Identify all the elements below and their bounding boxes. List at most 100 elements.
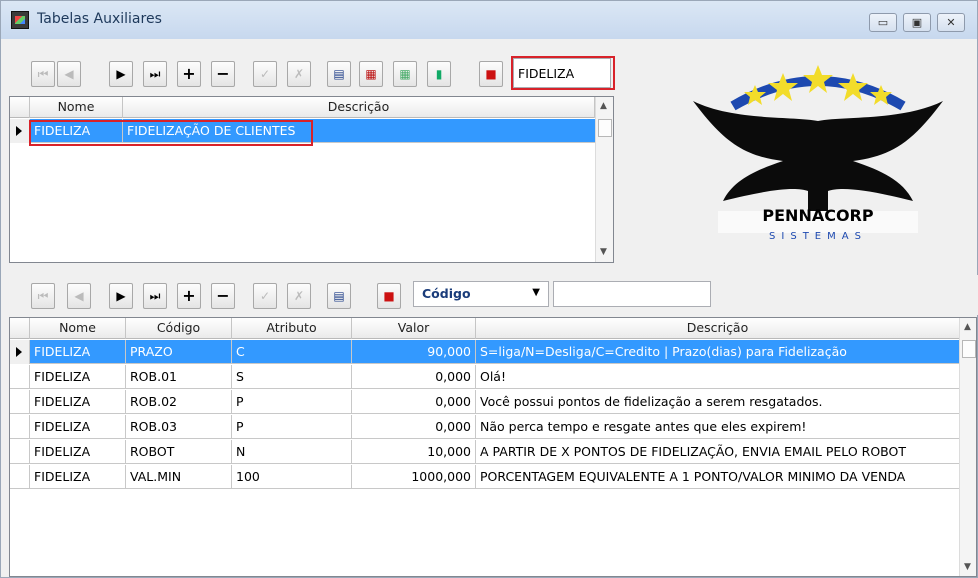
cancel-edit-icon[interactable]: ✗ [287,61,311,87]
cell-nome[interactable]: FIDELIZA [30,119,123,143]
exit-door-icon[interactable]: ■ [377,283,401,309]
cell-codigo[interactable]: ROB.03 [126,415,232,439]
report-icon[interactable]: ▤ [327,283,351,309]
export-icon[interactable]: ▮ [427,61,451,87]
scroll-up-icon[interactable]: ▲ [600,101,607,111]
cell-valor[interactable]: 0,000 [352,390,476,414]
chevron-down-icon[interactable]: ▼ [532,287,540,298]
cell-atributo[interactable]: 100 [232,465,352,489]
top-search-input[interactable] [513,58,611,88]
cell-valor[interactable]: 0,000 [352,415,476,439]
cell-descricao[interactable]: Você possui pontos de fidelização a sere… [476,390,959,414]
exit-door-icon[interactable]: ■ [479,61,503,87]
cell-codigo[interactable]: ROBOT [126,440,232,464]
cell-nome[interactable]: FIDELIZA [30,340,126,364]
bottom-search-input[interactable] [553,281,711,307]
next-record-icon[interactable]: ▶ [109,61,133,87]
row-pointer-icon [16,347,22,357]
bottom-toolbar: ⏮ ◀ ▶ ⏭ + − ✓ ✗ ▤ ■ Código ▼ [1,275,978,315]
scroll-thumb[interactable] [598,119,612,137]
cell-descricao[interactable]: FIDELIZAÇÃO DE CLIENTES [123,119,595,143]
cell-descricao[interactable]: Não perca tempo e resgate antes que eles… [476,415,959,439]
logo-subtext: SISTEMAS [769,231,867,242]
post-edit-icon[interactable]: ✓ [253,61,277,87]
window-title: Tabelas Auxiliares [37,11,162,27]
last-record-icon[interactable]: ⏭ [143,61,167,87]
cancel-edit-icon[interactable]: ✗ [287,283,311,309]
insert-record-icon[interactable]: + [177,61,201,87]
grid-icon[interactable]: ▦ [393,61,417,87]
last-record-icon[interactable]: ⏭ [143,283,167,309]
row-pointer-icon [16,126,22,136]
cell-valor[interactable]: 0,000 [352,365,476,389]
table-row[interactable]: FIDELIZA ROBOT N 10,000 A PARTIR DE X PO… [10,440,959,464]
top-grid-scrollbar[interactable]: ▲ ▼ [595,97,613,262]
scroll-down-icon[interactable]: ▼ [964,562,971,572]
cell-descricao[interactable]: PORCENTAGEM EQUIVALENTE A 1 PONTO/VALOR … [476,465,959,489]
cell-nome[interactable]: FIDELIZA [30,390,126,414]
report-icon[interactable]: ▤ [327,61,351,87]
scroll-thumb[interactable] [962,340,976,358]
next-record-icon[interactable]: ▶ [109,283,133,309]
scroll-down-icon[interactable]: ▼ [600,247,607,257]
cell-nome[interactable]: FIDELIZA [30,365,126,389]
field-select[interactable]: Código ▼ [413,281,549,307]
title-bar: Tabelas Auxiliares ▭ ▣ ✕ [1,1,977,39]
cell-descricao[interactable]: S=liga/N=Desliga/C=Credito | Prazo(dias)… [476,340,959,364]
company-logo: PENNACORP SISTEMAS [673,61,963,261]
first-record-icon[interactable]: ⏮ [31,283,55,309]
cell-nome[interactable]: FIDELIZA [30,465,126,489]
cell-atributo[interactable]: C [232,340,352,364]
insert-record-icon[interactable]: + [177,283,201,309]
delete-record-icon[interactable]: − [211,283,235,309]
cell-valor[interactable]: 1000,000 [352,465,476,489]
cell-atributo[interactable]: N [232,440,352,464]
logo-text: PENNACORP [762,206,873,225]
print-icon[interactable]: ▦ [359,61,383,87]
cell-descricao[interactable]: Olá! [476,365,959,389]
col-descricao[interactable]: Descrição [123,97,595,118]
cell-atributo[interactable]: S [232,365,352,389]
cell-codigo[interactable]: VAL.MIN [126,465,232,489]
bottom-grid[interactable]: Nome Código Atributo Valor Descrição FID… [9,317,977,577]
bottom-grid-header: Nome Código Atributo Valor Descrição [10,318,959,339]
prior-record-icon[interactable]: ◀ [67,283,91,309]
col-valor[interactable]: Valor [352,318,476,339]
top-toolbar: ⏮ ◀ ▶ ⏭ + − ✓ ✗ ▤ ▦ ▦ ▮ ■ [1,53,661,93]
table-row[interactable]: FIDELIZA FIDELIZAÇÃO DE CLIENTES [10,119,595,143]
col-nome[interactable]: Nome [30,97,123,118]
cell-codigo[interactable]: ROB.01 [126,365,232,389]
cell-atributo[interactable]: P [232,415,352,439]
post-edit-icon[interactable]: ✓ [253,283,277,309]
table-row[interactable]: FIDELIZA ROB.02 P 0,000 Você possui pont… [10,390,959,414]
close-button[interactable]: ✕ [937,13,965,32]
col-descricao[interactable]: Descrição [476,318,959,339]
cell-nome[interactable]: FIDELIZA [30,440,126,464]
field-select-label: Código [422,286,471,301]
cell-codigo[interactable]: ROB.02 [126,390,232,414]
cell-valor[interactable]: 10,000 [352,440,476,464]
col-codigo[interactable]: Código [126,318,232,339]
scroll-up-icon[interactable]: ▲ [964,322,971,332]
col-nome[interactable]: Nome [30,318,126,339]
col-atributo[interactable]: Atributo [232,318,352,339]
bottom-grid-scrollbar[interactable]: ▲ ▼ [959,318,976,576]
cell-nome[interactable]: FIDELIZA [30,415,126,439]
table-row[interactable]: FIDELIZA ROB.03 P 0,000 Não perca tempo … [10,415,959,439]
table-row[interactable]: FIDELIZA VAL.MIN 100 1000,000 PORCENTAGE… [10,465,959,489]
first-record-icon[interactable]: ⏮ [31,61,55,87]
table-row[interactable]: FIDELIZA PRAZO C 90,000 S=liga/N=Desliga… [10,340,959,364]
main-window: Tabelas Auxiliares ▭ ▣ ✕ ⏮ ◀ ▶ ⏭ + − ✓ ✗… [0,0,978,578]
prior-record-icon[interactable]: ◀ [57,61,81,87]
top-grid[interactable]: Nome Descrição FIDELIZA FIDELIZAÇÃO DE C… [9,96,614,263]
maximize-button[interactable]: ▣ [903,13,931,32]
cell-descricao[interactable]: A PARTIR DE X PONTOS DE FIDELIZAÇÃO, ENV… [476,440,959,464]
minimize-button[interactable]: ▭ [869,13,897,32]
table-row[interactable]: FIDELIZA ROB.01 S 0,000 Olá! [10,365,959,389]
top-grid-header: Nome Descrição [10,97,595,118]
cell-atributo[interactable]: P [232,390,352,414]
app-icon [11,11,29,29]
cell-valor[interactable]: 90,000 [352,340,476,364]
cell-codigo[interactable]: PRAZO [126,340,232,364]
delete-record-icon[interactable]: − [211,61,235,87]
